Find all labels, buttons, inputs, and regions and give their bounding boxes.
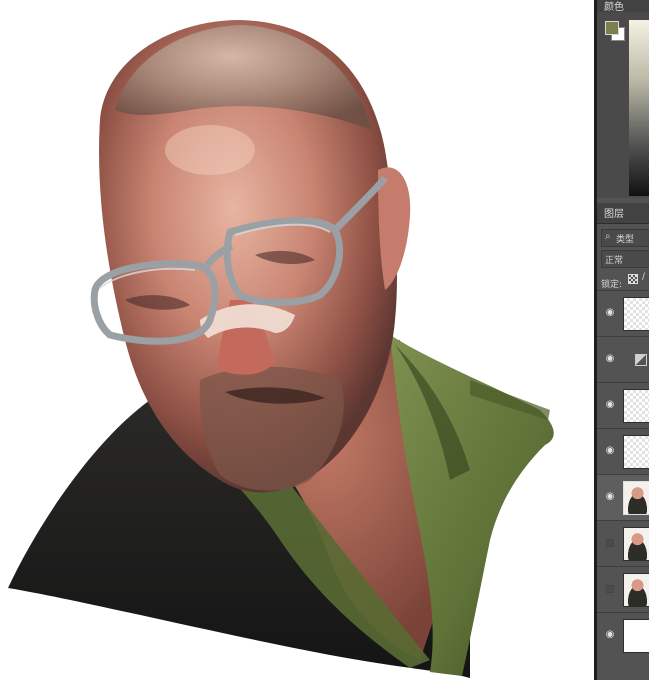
layer-row[interactable]: ◉ xyxy=(597,290,649,337)
lock-label: 锁定: xyxy=(601,280,623,290)
search-icon: ⌕ xyxy=(605,231,611,242)
foreground-color-swatch[interactable] xyxy=(605,21,619,35)
layer-row[interactable]: ◉ xyxy=(597,612,649,659)
blend-mode-value: 正常 xyxy=(605,256,624,266)
eye-icon[interactable]: ◉ xyxy=(605,400,615,410)
layer-row[interactable]: ◉ xyxy=(597,336,649,383)
layer-thumbnail xyxy=(623,573,649,607)
layer-thumbnail xyxy=(623,297,649,331)
eye-icon[interactable]: ◉ xyxy=(605,446,615,456)
blend-mode-select[interactable]: 正常 xyxy=(601,250,649,268)
right-panel-dock: 颜色 图层 ⌕ 类型 正常 锁定: ∕ ◉ ◉ ◉ ◉ ◉ ◉ xyxy=(597,0,649,680)
eye-icon[interactable]: ◉ xyxy=(605,630,615,640)
eye-icon[interactable]: ◉ xyxy=(605,308,615,318)
eye-hidden-icon[interactable]: ◉ xyxy=(605,584,615,594)
layer-thumbnail xyxy=(623,527,649,561)
layer-filter-label: 类型 xyxy=(616,235,635,245)
adjustment-icon xyxy=(635,354,647,366)
eye-icon[interactable]: ◉ xyxy=(605,492,615,502)
color-panel xyxy=(597,12,649,198)
ear xyxy=(378,167,411,290)
lock-image-pixels-icon[interactable]: ∕ xyxy=(642,272,645,282)
layer-thumbnail xyxy=(623,435,649,469)
lock-row: 锁定: ∕ xyxy=(601,272,649,290)
eye-hidden-icon[interactable]: ◉ xyxy=(605,538,615,548)
layer-filter-dropdown[interactable]: ⌕ 类型 xyxy=(601,229,649,247)
canvas-area[interactable] xyxy=(0,0,594,680)
layers-tab-label: 图层 xyxy=(604,209,624,220)
eye-icon[interactable]: ◉ xyxy=(605,354,615,364)
layers-panel-tab[interactable]: 图层 xyxy=(597,203,649,224)
layer-thumbnail xyxy=(623,619,649,653)
layer-thumbnail xyxy=(623,481,649,515)
layer-row[interactable]: ◉ xyxy=(597,566,649,613)
layer-row[interactable]: ◉ xyxy=(597,382,649,429)
layer-row[interactable]: ◉ xyxy=(597,428,649,475)
color-picker-field[interactable] xyxy=(629,20,649,196)
layer-row-selected[interactable]: ◉ xyxy=(597,474,649,521)
portrait-painting xyxy=(8,20,554,678)
lock-transparent-pixels-icon[interactable] xyxy=(628,274,638,284)
layer-row[interactable]: ◉ xyxy=(597,520,649,567)
layer-thumbnail xyxy=(623,389,649,423)
